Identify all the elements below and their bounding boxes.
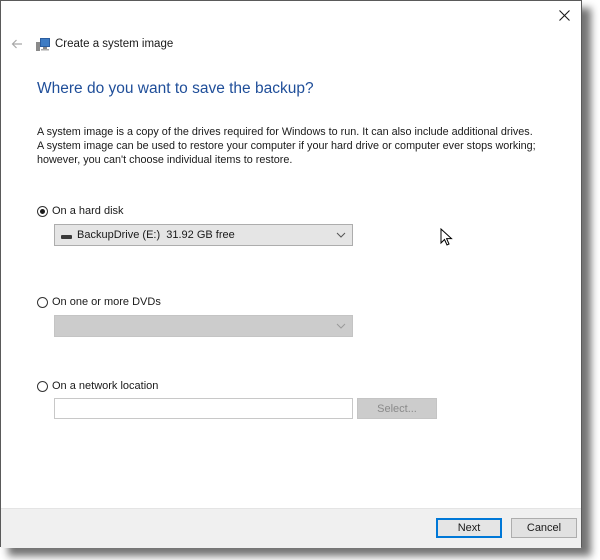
back-arrow-icon: [11, 39, 22, 49]
radio-label: On one or more DVDs: [52, 296, 161, 308]
dropdown-value: BackupDrive (E:) 31.92 GB free: [77, 229, 235, 241]
next-button[interactable]: Next: [436, 518, 502, 538]
back-button[interactable]: [9, 36, 25, 52]
chevron-down-icon: [336, 232, 346, 238]
hard-disk-dropdown[interactable]: BackupDrive (E:) 31.92 GB free: [54, 224, 353, 246]
close-button[interactable]: [553, 5, 575, 25]
drive-icon: [61, 235, 72, 239]
radio-button[interactable]: [37, 296, 48, 308]
dialog-window: Create a system image Where do you want …: [0, 0, 582, 548]
page-heading: Where do you want to save the backup?: [37, 80, 314, 97]
description-text: A system image is a copy of the drives r…: [37, 126, 536, 166]
radio-dvds[interactable]: On one or more DVDs: [37, 296, 161, 308]
close-icon: [558, 9, 570, 21]
network-location-input: [54, 398, 353, 419]
window-title: Create a system image: [55, 38, 174, 50]
radio-hard-disk[interactable]: On a hard disk: [37, 205, 124, 217]
radio-label: On a hard disk: [52, 205, 124, 217]
select-button: Select...: [357, 398, 437, 419]
dvd-dropdown: [54, 315, 353, 337]
radio-label: On a network location: [52, 380, 159, 392]
footer-bar: Next Cancel: [1, 508, 581, 548]
system-image-icon: [36, 38, 50, 51]
radio-network-location[interactable]: On a network location: [37, 380, 158, 392]
mouse-cursor-icon: [440, 228, 453, 246]
cancel-button[interactable]: Cancel: [511, 518, 577, 538]
chevron-down-icon: [336, 323, 346, 329]
radio-button-checked[interactable]: [37, 205, 48, 217]
title-row: Create a system image: [9, 35, 173, 53]
radio-button[interactable]: [37, 380, 48, 392]
